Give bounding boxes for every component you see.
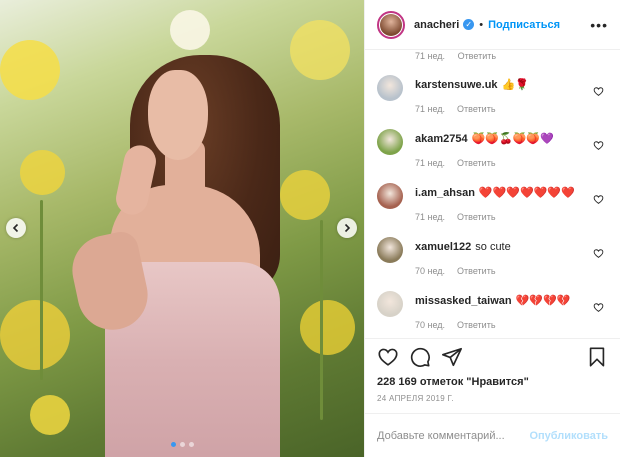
comment-line: missasked_taiwan 💔💔💔💔 bbox=[415, 295, 570, 308]
action-bar bbox=[365, 338, 620, 374]
comment-time: 71 нед. bbox=[415, 158, 446, 168]
comment-text: 💔💔💔💔 bbox=[515, 295, 571, 307]
avatar[interactable] bbox=[377, 10, 405, 39]
comment-row: xamuel122 so cute 70 нед. Ответить bbox=[377, 230, 608, 284]
more-options-icon[interactable]: ••• bbox=[590, 17, 608, 33]
post-header: anacheri ✓ • Подписаться ••• bbox=[365, 0, 620, 50]
comment-body: i.am_ahsan ❤️❤️❤️❤️❤️❤️❤️ 71 нед. Ответить bbox=[415, 187, 575, 222]
post-username[interactable]: anacheri bbox=[414, 19, 459, 31]
separator: • bbox=[479, 18, 484, 31]
flower-blur bbox=[0, 40, 60, 100]
comment-meta: 70 нед. Ответить bbox=[415, 266, 511, 276]
publish-button[interactable]: Опубликовать bbox=[529, 430, 608, 442]
comment-time: 71 нед. bbox=[415, 212, 446, 222]
stem bbox=[320, 220, 323, 420]
chevron-right-icon[interactable] bbox=[337, 218, 357, 238]
carousel-dot[interactable] bbox=[179, 442, 185, 447]
heart-icon[interactable] bbox=[593, 248, 604, 259]
comment-time: 70 нед. bbox=[415, 320, 446, 330]
follow-button[interactable]: Подписаться bbox=[488, 19, 560, 31]
comment-row: akam2754 🍑🍑🍒🍑🍑💜 71 нед. Ответить bbox=[377, 122, 608, 176]
heart-icon[interactable] bbox=[593, 140, 604, 151]
comment-line: xamuel122 so cute bbox=[415, 241, 511, 254]
reply-button[interactable]: Ответить bbox=[457, 266, 495, 276]
comment-username[interactable]: missasked_taiwan bbox=[415, 295, 512, 307]
comment-username[interactable]: akam2754 bbox=[415, 133, 468, 145]
comment-body: akam2754 🍑🍑🍒🍑🍑💜 71 нед. Ответить bbox=[415, 133, 554, 168]
comment-body: karstensuwe.uk 👍🌹 71 нед. Ответить bbox=[415, 79, 529, 114]
comment-text: so cute bbox=[475, 241, 511, 253]
comment-icon[interactable] bbox=[409, 346, 431, 368]
flower-blur bbox=[20, 150, 65, 195]
carousel-dot[interactable] bbox=[170, 442, 176, 447]
carousel-dot[interactable] bbox=[188, 442, 194, 447]
reply-button[interactable]: Ответить bbox=[458, 51, 496, 61]
flower-blur bbox=[0, 300, 70, 370]
flower-blur bbox=[30, 395, 70, 435]
post-photo[interactable] bbox=[0, 0, 364, 457]
comment-input[interactable]: Добавьте комментарий... bbox=[377, 430, 529, 442]
comment-time: 71 нед. bbox=[415, 51, 446, 61]
post-date[interactable]: 24 АПРЕЛЯ 2019 Г. bbox=[365, 388, 620, 413]
comment-avatar[interactable] bbox=[377, 291, 403, 317]
comment-meta: 71 нед. Ответить bbox=[415, 158, 554, 168]
comment-line: akam2754 🍑🍑🍒🍑🍑💜 bbox=[415, 133, 554, 146]
comment-avatar[interactable] bbox=[377, 237, 403, 263]
comment-username[interactable]: xamuel122 bbox=[415, 241, 471, 253]
reply-button[interactable]: Ответить bbox=[457, 104, 495, 114]
sky-blur bbox=[170, 10, 210, 50]
comment-username[interactable]: karstensuwe.uk bbox=[415, 79, 498, 91]
verified-badge-icon: ✓ bbox=[463, 19, 475, 30]
heart-icon[interactable] bbox=[593, 302, 604, 313]
face bbox=[148, 70, 208, 160]
add-comment-bar: Добавьте комментарий... Опубликовать bbox=[365, 413, 620, 457]
bookmark-icon[interactable] bbox=[586, 346, 608, 368]
comments-list[interactable]: 71 нед. Ответить karstensuwe.uk 👍🌹 71 нед.… bbox=[365, 50, 620, 338]
reply-button[interactable]: Ответить bbox=[457, 320, 495, 330]
chevron-left-icon[interactable] bbox=[6, 218, 26, 238]
comment-body: missasked_taiwan 💔💔💔💔 70 нед. Ответить bbox=[415, 295, 570, 330]
flower-blur bbox=[300, 300, 355, 355]
comment-text: 🍑🍑🍒🍑🍑💜 bbox=[471, 133, 554, 145]
comment-avatar[interactable] bbox=[377, 129, 403, 155]
stem bbox=[40, 200, 43, 380]
comment-meta-partial: 71 нед. Ответить bbox=[377, 50, 608, 68]
comment-row: i.am_ahsan ❤️❤️❤️❤️❤️❤️❤️ 71 нед. Ответить bbox=[377, 176, 608, 230]
comment-meta: 70 нед. Ответить bbox=[415, 320, 570, 330]
comment-time: 70 нед. bbox=[415, 266, 446, 276]
comment-text: 👍🌹 bbox=[501, 79, 529, 91]
carousel-dots bbox=[0, 442, 364, 447]
comment-avatar[interactable] bbox=[377, 183, 403, 209]
comment-row: missasked_taiwan 💔💔💔💔 70 нед. Ответить bbox=[377, 284, 608, 338]
comment-meta: 71 нед. Ответить bbox=[415, 212, 575, 222]
comment-line: i.am_ahsan ❤️❤️❤️❤️❤️❤️❤️ bbox=[415, 187, 575, 200]
reply-button[interactable]: Ответить bbox=[457, 212, 495, 222]
comment-avatar[interactable] bbox=[377, 75, 403, 101]
comment-meta: 71 нед. Ответить bbox=[415, 104, 529, 114]
comment-body: xamuel122 so cute 70 нед. Ответить bbox=[415, 241, 511, 276]
comment-row: karstensuwe.uk 👍🌹 71 нед. Ответить bbox=[377, 68, 608, 122]
comment-time: 71 нед. bbox=[415, 104, 446, 114]
instagram-post: anacheri ✓ • Подписаться ••• 71 нед. Отв… bbox=[0, 0, 620, 457]
flower-blur bbox=[280, 170, 330, 220]
heart-icon[interactable] bbox=[377, 346, 399, 368]
reply-button[interactable]: Ответить bbox=[457, 158, 495, 168]
post-sidebar: anacheri ✓ • Подписаться ••• 71 нед. Отв… bbox=[364, 0, 620, 457]
flower-blur bbox=[290, 20, 350, 80]
comment-line: karstensuwe.uk 👍🌹 bbox=[415, 79, 529, 92]
comment-username[interactable]: i.am_ahsan bbox=[415, 187, 475, 199]
share-icon[interactable] bbox=[441, 346, 463, 368]
heart-icon[interactable] bbox=[593, 194, 604, 205]
heart-icon[interactable] bbox=[593, 86, 604, 97]
like-count[interactable]: 228 169 отметок "Нравится" bbox=[365, 374, 620, 388]
comment-text: ❤️❤️❤️❤️❤️❤️❤️ bbox=[478, 187, 575, 199]
